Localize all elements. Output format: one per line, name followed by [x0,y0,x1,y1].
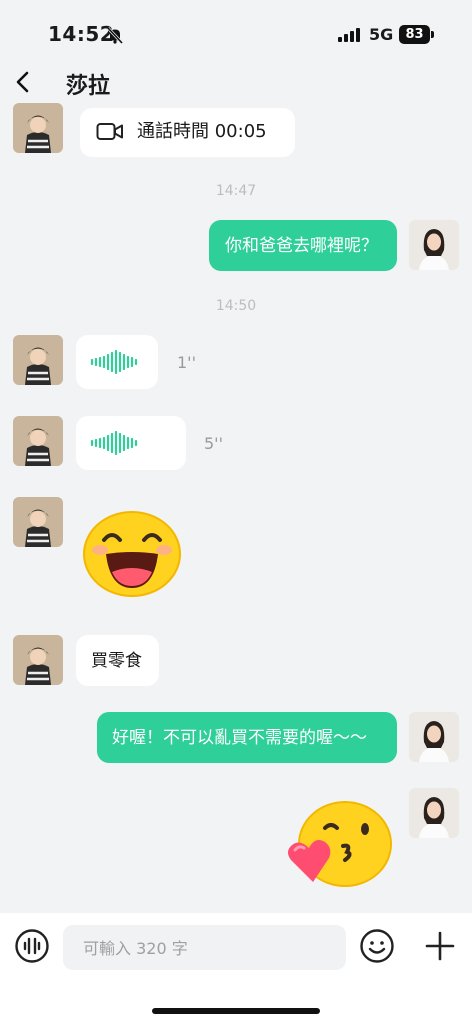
my-avatar[interactable] [409,788,459,838]
voice-duration: 1'' [177,353,196,372]
mute-bell-icon [106,26,124,48]
laughing-face-sticker[interactable] [82,510,182,602]
voice-waveform-icon [90,349,142,379]
message-text: 你和爸爸去哪裡呢？ [225,236,378,256]
network-type: 5G [369,25,394,44]
voice-input-icon[interactable] [14,928,50,968]
battery-level: 83 [399,25,430,44]
back-chevron-icon[interactable] [10,68,38,96]
timestamp: 14:50 [215,298,257,314]
home-indicator [152,1008,320,1014]
contact-avatar[interactable] [13,635,63,685]
message-text: 好喔！不可以亂買不需要的喔～～ [112,728,367,748]
voice-message-bubble[interactable] [76,335,158,389]
add-plus-icon[interactable] [423,929,457,967]
contact-avatar[interactable] [13,497,63,547]
incoming-message-bubble[interactable]: 買零食 [76,635,159,686]
emoji-icon[interactable] [359,928,395,968]
battery-nub [431,31,434,38]
contact-avatar[interactable] [13,103,63,153]
video-camera-icon [96,120,124,148]
voice-duration: 5'' [204,434,223,453]
chat-title: 莎拉 [66,74,111,99]
voice-waveform-icon [90,430,142,460]
call-duration-text: 通話時間 00:05 [137,121,267,142]
outgoing-message-bubble[interactable]: 好喔！不可以亂買不需要的喔～～ [97,712,397,763]
message-input-placeholder: 可輸入 320 字 [83,939,188,958]
signal-icon [338,27,362,46]
my-avatar[interactable] [409,712,459,762]
message-text: 買零食 [91,651,142,671]
voice-message-bubble[interactable] [76,416,186,470]
my-avatar[interactable] [409,220,459,270]
status-time: 14:52 [48,22,115,46]
outgoing-message-bubble[interactable]: 你和爸爸去哪裡呢？ [209,220,397,271]
kissing-heart-face-sticker[interactable] [285,800,395,892]
timestamp: 14:47 [215,183,257,199]
contact-avatar[interactable] [13,335,63,385]
contact-avatar[interactable] [13,416,63,466]
call-record-bubble[interactable]: 通話時間 00:05 [80,108,295,157]
